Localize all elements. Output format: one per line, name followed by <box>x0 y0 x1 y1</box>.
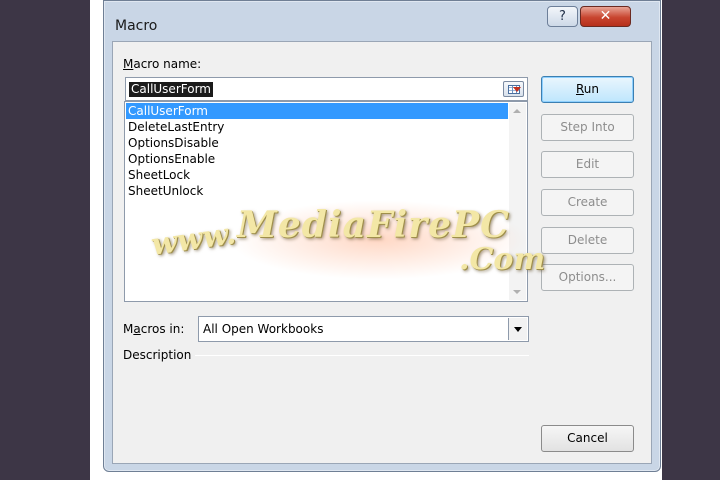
description-label: Description <box>123 348 192 362</box>
create-button[interactable]: Create <box>541 189 634 216</box>
macro-list-item[interactable]: OptionsDisable <box>126 135 508 151</box>
help-icon: ? <box>559 9 566 24</box>
chevron-down-icon <box>514 327 522 332</box>
macro-name-value: CallUserForm <box>129 82 213 97</box>
arrow-icon <box>513 87 521 92</box>
close-button[interactable]: ✕ <box>580 6 631 27</box>
macro-list-item[interactable]: CallUserForm <box>126 103 508 119</box>
macros-in-label: Macros in: <box>123 322 185 336</box>
step-into-button[interactable]: Step Into <box>541 114 634 141</box>
options-button[interactable]: Options... <box>541 264 634 291</box>
run-button[interactable]: Run <box>541 76 634 103</box>
macros-in-value: All Open Workbooks <box>203 322 324 336</box>
list-scrollbar[interactable] <box>509 103 526 300</box>
macros-in-select[interactable]: All Open Workbooks <box>198 316 529 342</box>
help-button[interactable]: ? <box>547 6 578 27</box>
macro-name-input[interactable]: CallUserForm <box>125 77 528 101</box>
scroll-down-icon[interactable] <box>513 290 521 294</box>
description-divider <box>195 355 529 356</box>
edit-button[interactable]: Edit <box>541 151 634 178</box>
macro-list[interactable]: CallUserForm DeleteLastEntry OptionsDisabl… <box>124 101 528 302</box>
macro-name-label: Macro name: <box>123 57 202 71</box>
cancel-button[interactable]: Cancel <box>541 425 634 452</box>
dialog-title: Macro <box>115 18 158 34</box>
macro-list-item[interactable]: OptionsEnable <box>126 151 508 167</box>
macro-list-item[interactable]: SheetLock <box>126 167 508 183</box>
macro-list-item[interactable]: SheetUnlock <box>126 183 508 199</box>
dropdown-button[interactable] <box>508 318 527 340</box>
close-icon: ✕ <box>599 8 612 24</box>
scroll-up-icon[interactable] <box>513 109 521 113</box>
macro-list-items: CallUserForm DeleteLastEntry OptionsDisabl… <box>126 103 508 199</box>
collapse-dialog-button[interactable] <box>503 81 524 97</box>
macro-list-item[interactable]: DeleteLastEntry <box>126 119 508 135</box>
delete-button[interactable]: Delete <box>541 227 634 254</box>
macro-dialog: Macro ? ✕ Macro name: CallUserForm CallU… <box>103 0 661 472</box>
dialog-body: Macro name: CallUserForm CallUserForm Del… <box>112 41 652 464</box>
title-bar: Macro ? ✕ <box>104 1 660 41</box>
